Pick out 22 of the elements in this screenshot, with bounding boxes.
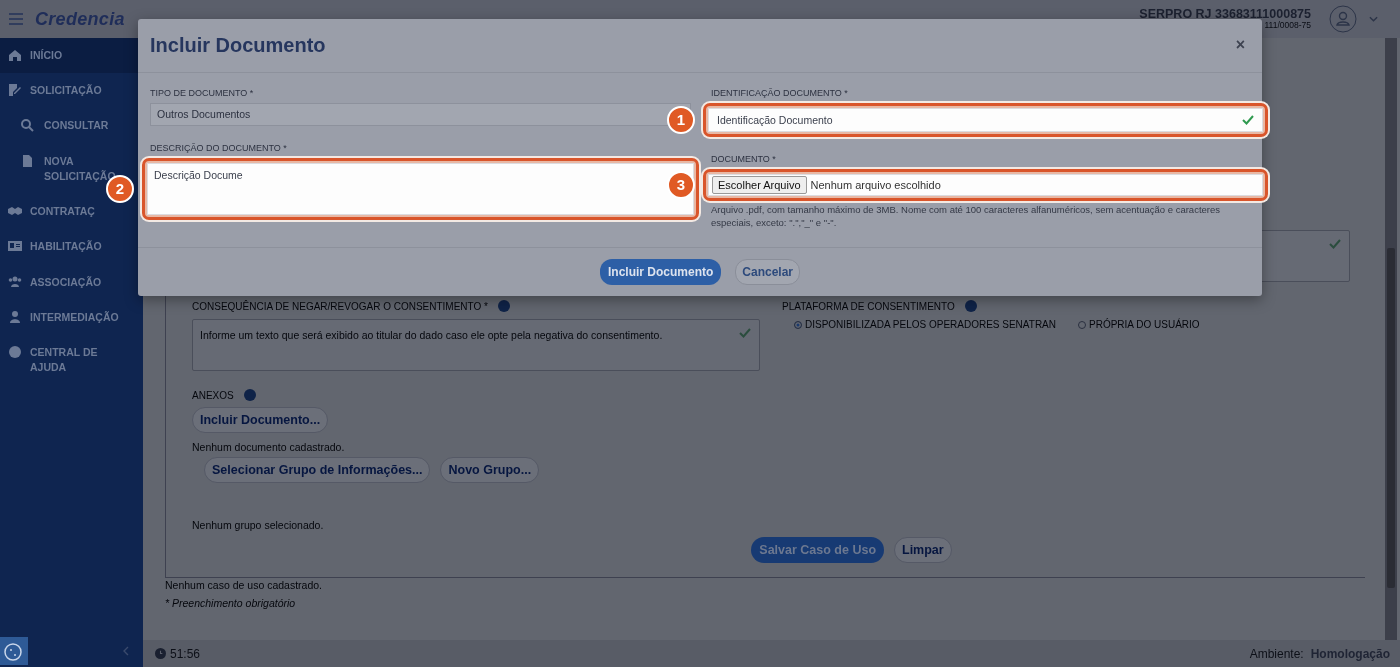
environment-label: Ambiente: bbox=[1249, 646, 1304, 661]
status-text: Nenhum documento cadastrado. bbox=[192, 441, 345, 453]
field-label: TIPO DE DOCUMENTO * bbox=[150, 87, 255, 98]
session-timer: 51:56 bbox=[170, 646, 201, 661]
required-note: * Preenchimento obrigatório bbox=[165, 597, 297, 609]
field-label: IDENTIFICAÇÃO DOCUMENTO * bbox=[711, 87, 849, 98]
help-text: Arquivo .pdf, com tamanho máximo de 3MB. Nome com até 100 caracteres alfanuméricos, sem acentuação e caracteres especiais, exceto: ".","_" e "-". bbox=[711, 202, 1221, 230]
environment-value: Homologação bbox=[1310, 646, 1390, 661]
status-text: Nenhum grupo selecionado. bbox=[192, 519, 324, 531]
step-badge: 1 bbox=[667, 105, 695, 134]
field-label: DESCRIÇÃO DO DOCUMENTO * bbox=[150, 142, 288, 153]
app-logo: Credencia bbox=[35, 8, 125, 30]
dialog-title: Incluir Documento bbox=[150, 33, 326, 57]
organization-name: SERPRO RJ 33683111000875 bbox=[1139, 7, 1311, 21]
file-status: Nenhum arquivo escolhido bbox=[810, 178, 941, 191]
placeholder-text: Informe um texto que será exibido ao titular do dado caso ele opte pela negativa do consentimento. bbox=[200, 329, 663, 341]
field-label: PLATAFORMA DE CONSENTIMENTO bbox=[782, 300, 955, 312]
status-text: Nenhum caso de uso cadastrado. bbox=[165, 579, 323, 591]
organization-id: 111/0008-75 bbox=[1264, 21, 1311, 30]
field-label: ANEXOS bbox=[192, 389, 234, 401]
field-label: DOCUMENTO * bbox=[711, 153, 777, 164]
field-label: CONSEQUÊNCIA DE NEGAR/REVOGAR O CONSENTIMENTO * bbox=[192, 300, 488, 312]
